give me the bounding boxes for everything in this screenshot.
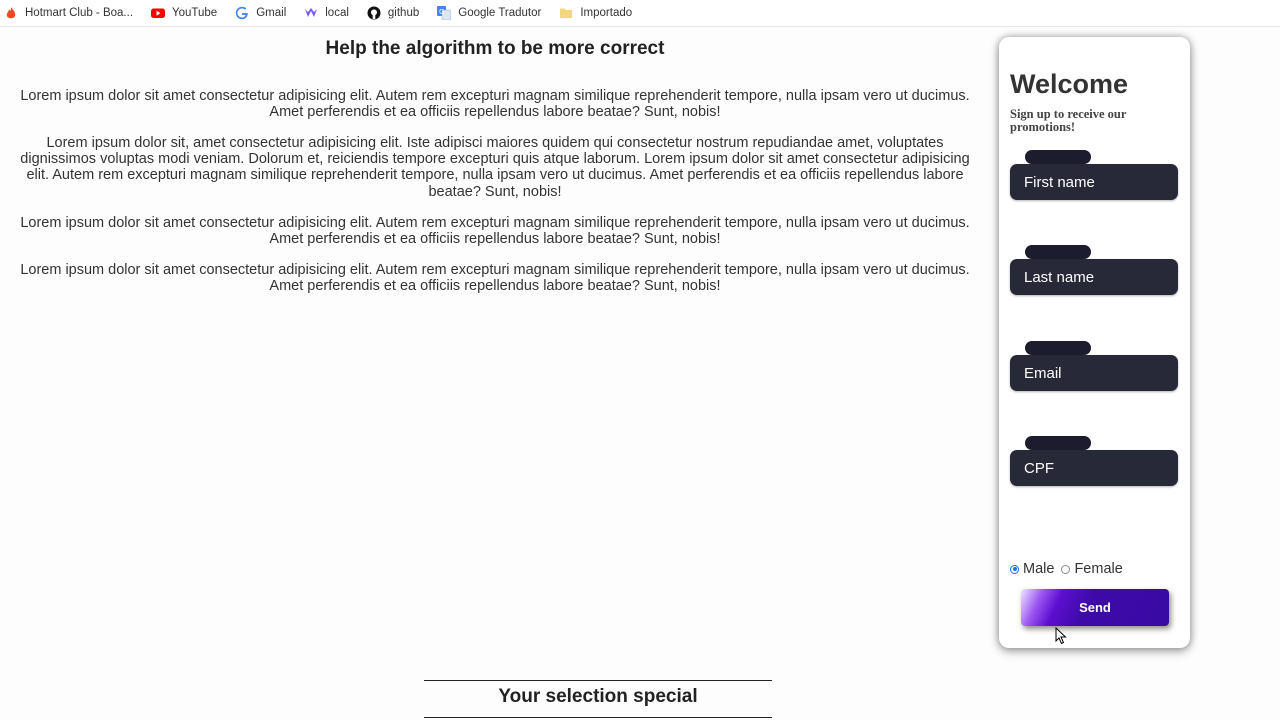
bookmark-label: YouTube [172, 7, 218, 19]
field-placeholder: CPF [1024, 459, 1054, 477]
bookmark-label: Importado [580, 7, 633, 19]
bookmark-label: Google Tradutor [458, 7, 542, 19]
bookmark-label: local [325, 7, 349, 19]
paragraph: Lorem ipsum dolor sit amet consectetur a… [20, 88, 970, 121]
field-placeholder: First name [1024, 173, 1095, 191]
field-tab [1025, 436, 1091, 450]
mouse-cursor-icon [1055, 627, 1067, 645]
field-tab [1025, 341, 1091, 355]
paragraph: Lorem ipsum dolor sit, amet consectetur … [20, 135, 970, 200]
section-title: Your selection special [498, 686, 698, 707]
bookmark-hotmart[interactable]: Hotmart Club - Boa... [4, 6, 133, 20]
male-radio[interactable] [1010, 564, 1019, 574]
send-button[interactable]: Send [1021, 589, 1169, 626]
google-icon [235, 6, 249, 20]
female-label[interactable]: Female [1074, 561, 1122, 577]
cpf-input[interactable]: CPF [1010, 450, 1178, 486]
bookmark-github[interactable]: github [367, 6, 419, 20]
last-name-input[interactable]: Last name [1010, 259, 1178, 295]
page-title: Help the algorithm to be more correct [325, 38, 665, 59]
bookmark-youtube[interactable]: YouTube [151, 6, 217, 20]
translate-icon: G [437, 6, 452, 20]
bookmark-folder[interactable]: Importado [559, 6, 632, 20]
bookmark-translate[interactable]: G Google Tradutor [437, 6, 541, 20]
section-divider [424, 680, 772, 681]
bookmark-gmail[interactable]: Gmail [235, 6, 286, 20]
field-placeholder: Last name [1024, 268, 1095, 286]
signup-card: Welcome Sign up to receive our promotion… [999, 37, 1190, 648]
folder-icon [559, 6, 573, 20]
email-input[interactable]: Email [1010, 355, 1178, 391]
male-label[interactable]: Male [1023, 561, 1054, 577]
paragraph: Lorem ipsum dolor sit amet consectetur a… [20, 215, 970, 248]
bookmark-local[interactable]: local [304, 6, 349, 20]
field-tab [1025, 150, 1091, 164]
field-placeholder: Email [1024, 364, 1062, 382]
svg-text:G: G [439, 8, 444, 16]
section-divider [424, 717, 772, 718]
hotmart-icon [4, 6, 18, 20]
paragraph: Lorem ipsum dolor sit amet consectetur a… [20, 262, 970, 295]
form-title: Welcome [1010, 69, 1129, 99]
bookmarks-bar: Hotmart Club - Boa... YouTube Gmail loca… [0, 0, 1280, 27]
gender-radio-group: Male Female [1010, 561, 1130, 577]
bookmark-label: github [387, 7, 420, 19]
local-icon [304, 6, 318, 20]
bookmark-label: Hotmart Club - Boa... [25, 7, 134, 19]
female-radio[interactable] [1061, 564, 1071, 574]
github-icon [367, 6, 381, 20]
first-name-input[interactable]: First name [1010, 164, 1178, 200]
youtube-icon [151, 6, 166, 20]
bookmark-label: Gmail [256, 7, 287, 19]
field-tab [1025, 245, 1091, 259]
form-subtitle: Sign up to receive our promotions! [1010, 107, 1127, 134]
